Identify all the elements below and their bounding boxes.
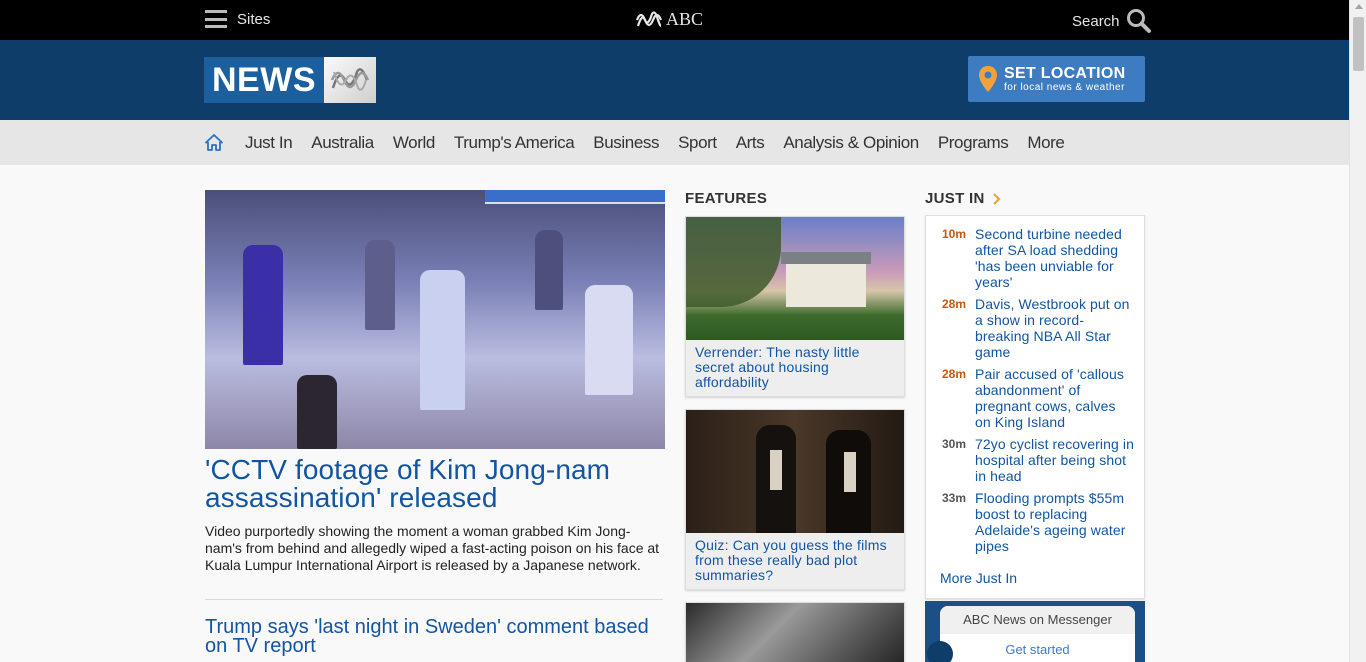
search-label: Search bbox=[1072, 12, 1120, 30]
nav-item-business[interactable]: Business bbox=[593, 133, 659, 153]
item-headline: Second turbine needed after SA load shed… bbox=[975, 226, 1122, 290]
abc-lissajous-icon bbox=[324, 57, 376, 103]
top-bar: Sites ABC Search bbox=[0, 0, 1349, 40]
house-roof bbox=[781, 252, 871, 264]
house-shape bbox=[786, 262, 866, 307]
item-headline: Pair accused of 'callous abandonment' of… bbox=[975, 366, 1125, 430]
list-item[interactable]: 10m Second turbine needed after SA load … bbox=[926, 226, 1134, 290]
nav-item-trumps-america[interactable]: Trump's America bbox=[454, 133, 575, 153]
lead-story-headline[interactable]: 'CCTV footage of Kim Jong-nam assassinat… bbox=[205, 456, 665, 512]
feature-caption-quiz: Quiz: Can you guess the films from these… bbox=[695, 537, 887, 583]
search-icon bbox=[1126, 9, 1151, 33]
messenger-title: ABC News on Messenger bbox=[940, 606, 1135, 634]
abc-home-link[interactable]: ABC bbox=[636, 9, 703, 30]
nav-item-programs[interactable]: Programs bbox=[938, 133, 1009, 153]
search-button[interactable]: Search bbox=[1072, 8, 1152, 34]
nav-item-analysis-opinion[interactable]: Analysis & Opinion bbox=[783, 133, 919, 153]
hamburger-icon bbox=[205, 10, 227, 28]
nav-item-world[interactable]: World bbox=[393, 133, 435, 153]
list-item[interactable]: 28m Davis, Westbrook put on a show in re… bbox=[926, 296, 1134, 360]
main-nav: Just In Australia World Trump's America … bbox=[0, 120, 1349, 165]
location-pin-icon bbox=[979, 66, 997, 92]
abc-news-logo[interactable]: NEWS bbox=[204, 57, 376, 103]
item-time: 28m bbox=[941, 297, 966, 311]
more-just-in-link[interactable]: More Just In bbox=[940, 570, 1017, 586]
item-time: 28m bbox=[941, 367, 966, 381]
lead-story-image[interactable] bbox=[205, 190, 665, 449]
abc-avatar-icon bbox=[927, 641, 953, 662]
list-item[interactable]: 33m Flooding prompts $55m boost to repla… bbox=[926, 490, 1134, 554]
item-time: 10m bbox=[941, 227, 966, 241]
set-location-title: SET LOCATION bbox=[1004, 64, 1126, 82]
abc-brand-text: ABC bbox=[666, 9, 704, 29]
lead-story: 'CCTV footage of Kim Jong-nam assassinat… bbox=[205, 190, 665, 656]
sites-menu-button[interactable]: Sites bbox=[205, 10, 270, 28]
lead-story-summary: Video purportedly showing the moment a w… bbox=[205, 523, 660, 573]
feature-card-quiz[interactable]: Quiz: Can you guess the films from these… bbox=[685, 409, 905, 590]
airport-sign bbox=[485, 190, 665, 202]
nav-item-sport[interactable]: Sport bbox=[678, 133, 717, 153]
feature-image-house bbox=[686, 217, 904, 340]
just-in-heading: JUST IN bbox=[925, 190, 985, 207]
figure-back-2 bbox=[535, 230, 563, 310]
page-scrollbar[interactable] bbox=[1349, 0, 1366, 662]
site-header: NEWS SET LOCATION for local news & weath… bbox=[0, 40, 1349, 120]
chevron-right-icon bbox=[992, 192, 1001, 205]
feature-image-third bbox=[686, 603, 904, 662]
home-icon[interactable] bbox=[205, 134, 223, 151]
airport-sign-edge bbox=[485, 202, 665, 204]
shirt-right bbox=[844, 452, 856, 492]
nav-item-australia[interactable]: Australia bbox=[311, 133, 374, 153]
figure-woman-foreground bbox=[297, 375, 337, 449]
just-in-list: 10m Second turbine needed after SA load … bbox=[925, 215, 1145, 599]
just-in-column: JUST IN 10m Second turbine needed after … bbox=[925, 190, 1145, 599]
list-item[interactable]: 30m 72yo cyclist recovering in hospital … bbox=[926, 436, 1134, 484]
item-time: 33m bbox=[941, 491, 966, 505]
just-in-heading-link[interactable]: JUST IN bbox=[925, 190, 1145, 207]
nav-item-more[interactable]: More bbox=[1027, 133, 1065, 153]
scroll-up-arrow-icon[interactable] bbox=[1355, 4, 1363, 9]
story-divider bbox=[205, 599, 663, 600]
scroll-thumb[interactable] bbox=[1353, 17, 1364, 71]
features-heading: FEATURES bbox=[685, 190, 768, 207]
tree-shape bbox=[686, 217, 781, 307]
set-location-subtitle: for local news & weather bbox=[1004, 81, 1125, 93]
figure-center bbox=[420, 270, 465, 410]
figure-right bbox=[585, 285, 633, 395]
messenger-promo: ABC News on Messenger Get started bbox=[925, 601, 1145, 662]
item-headline: 72yo cyclist recovering in hospital afte… bbox=[975, 436, 1134, 484]
shirt-left bbox=[770, 450, 782, 490]
feature-image-film bbox=[686, 410, 904, 533]
nav-item-arts[interactable]: Arts bbox=[736, 133, 765, 153]
feature-caption-housing: Verrender: The nasty little secret about… bbox=[695, 344, 860, 390]
sites-label: Sites bbox=[237, 10, 271, 28]
item-headline: Flooding prompts $55m boost to replacing… bbox=[975, 490, 1126, 554]
list-item[interactable]: 28m Pair accused of 'callous abandonment… bbox=[926, 366, 1134, 430]
abc-logo-icon bbox=[636, 10, 662, 27]
messenger-card: ABC News on Messenger Get started bbox=[940, 606, 1135, 662]
news-logo-text: NEWS bbox=[204, 57, 324, 103]
set-location-button[interactable]: SET LOCATION for local news & weather bbox=[968, 56, 1145, 102]
item-time: 30m bbox=[941, 437, 966, 451]
get-started-button[interactable]: Get started bbox=[940, 642, 1135, 657]
secondary-story-headline[interactable]: Trump says 'last night in Sweden' commen… bbox=[205, 617, 665, 656]
feature-card-third[interactable] bbox=[685, 602, 905, 662]
item-headline: Davis, Westbrook put on a show in record… bbox=[975, 296, 1130, 360]
figure-back bbox=[365, 240, 395, 330]
nav-item-just-in[interactable]: Just In bbox=[245, 133, 293, 153]
figure-blue-shirt bbox=[243, 245, 283, 365]
feature-card-housing[interactable]: Verrender: The nasty little secret about… bbox=[685, 216, 905, 397]
features-column: FEATURES Verrender: The nasty little sec… bbox=[685, 190, 905, 662]
